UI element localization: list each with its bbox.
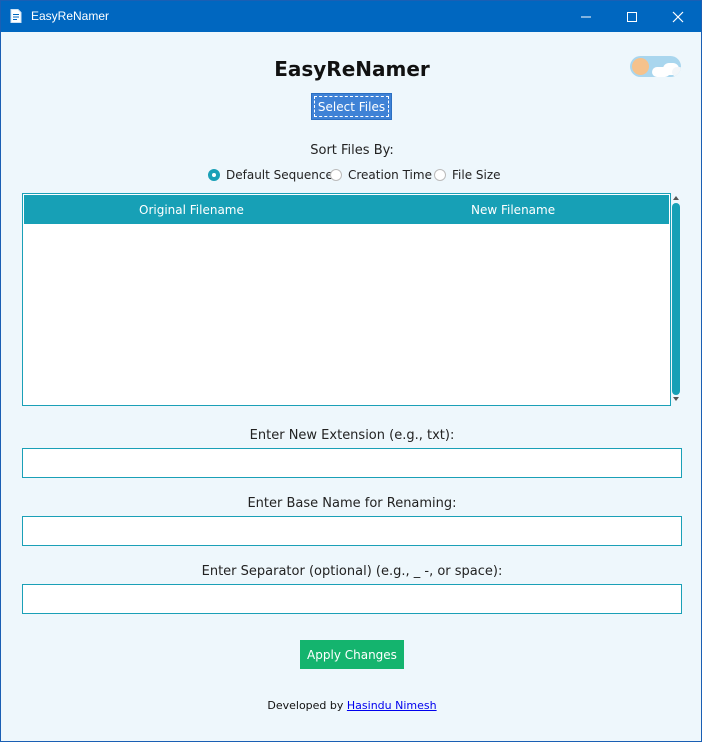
scroll-down-icon[interactable] bbox=[673, 397, 679, 401]
minimize-button[interactable] bbox=[563, 1, 609, 32]
close-button[interactable] bbox=[655, 1, 701, 32]
sort-option-creation-time[interactable]: Creation Time bbox=[330, 167, 432, 183]
close-icon bbox=[672, 11, 684, 23]
extension-input[interactable] bbox=[22, 448, 682, 478]
table-scrollbar[interactable] bbox=[672, 195, 680, 405]
sort-option-label: Default Sequence bbox=[226, 168, 333, 182]
base-name-label: Enter Base Name for Renaming: bbox=[247, 496, 457, 511]
apply-changes-button[interactable]: Apply Changes bbox=[300, 640, 404, 669]
file-table[interactable]: Original Filename New Filename bbox=[22, 193, 671, 406]
sort-option-label: File Size bbox=[452, 168, 501, 182]
radio-selected-icon bbox=[208, 169, 220, 181]
column-header-original-filename[interactable]: Original Filename bbox=[139, 203, 244, 217]
sort-option-label: Creation Time bbox=[348, 168, 432, 182]
radio-empty-icon bbox=[330, 169, 342, 181]
page-title: EasyReNamer bbox=[274, 57, 430, 81]
app-file-icon bbox=[10, 9, 22, 23]
select-files-button[interactable]: Select Files bbox=[311, 93, 392, 120]
scroll-up-icon[interactable] bbox=[673, 196, 679, 200]
extension-label: Enter New Extension (e.g., txt): bbox=[249, 428, 455, 443]
author-link[interactable]: Hasindu Nimesh bbox=[347, 699, 437, 712]
sort-option-default-sequence[interactable]: Default Sequence bbox=[208, 167, 333, 183]
sort-option-file-size[interactable]: File Size bbox=[434, 167, 501, 183]
title-bar[interactable]: EasyReNamer bbox=[1, 1, 701, 32]
window-title: EasyReNamer bbox=[31, 9, 110, 23]
column-header-new-filename[interactable]: New Filename bbox=[471, 203, 555, 217]
sort-label: Sort Files By: bbox=[310, 143, 394, 158]
minimize-icon bbox=[581, 16, 591, 18]
app-window: EasyReNamer EasyReNamer Select Files Sor… bbox=[0, 0, 702, 742]
radio-empty-icon bbox=[434, 169, 446, 181]
separator-label: Enter Separator (optional) (e.g., _ -, o… bbox=[201, 564, 503, 579]
footer-prefix: Developed by bbox=[267, 699, 347, 712]
maximize-button[interactable] bbox=[609, 1, 655, 32]
scroll-thumb[interactable] bbox=[672, 203, 680, 395]
base-name-input[interactable] bbox=[22, 516, 682, 546]
separator-input[interactable] bbox=[22, 584, 682, 614]
footer: Developed by Hasindu Nimesh bbox=[1, 699, 702, 712]
table-header: Original Filename New Filename bbox=[24, 195, 669, 224]
maximize-icon bbox=[627, 12, 637, 22]
